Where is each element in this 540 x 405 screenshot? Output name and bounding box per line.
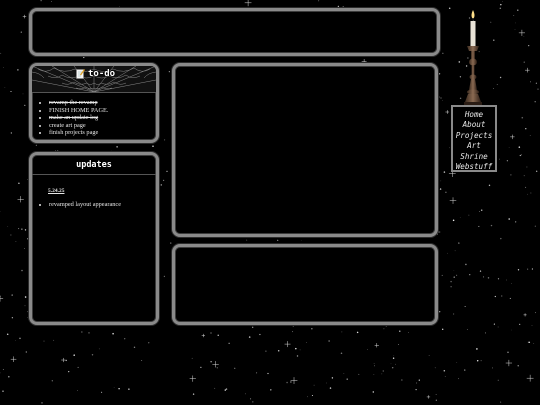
candle-icon [464,10,482,105]
todo-list: revamp the revamp FINISH HOME PAGE. make… [32,99,156,137]
main-content-panel [172,63,438,237]
nav-link-webstuff[interactable]: Webstuff [453,162,495,172]
todo-item: revamp the revamp [49,99,156,107]
todo-item: finish projects page [49,129,156,137]
bottom-panel [172,244,438,325]
header-panel [29,8,440,56]
nav-link-about[interactable]: About [453,120,495,130]
nav-link-projects[interactable]: Projects [453,131,495,141]
update-date: 5.24.25 [48,188,65,194]
todo-item: make an update log [49,114,156,122]
nav-link-home[interactable]: Home [453,110,495,120]
todo-header: to-do [32,66,156,93]
updates-title: updates [32,155,156,175]
nav-link-shrine[interactable]: Shrine [453,152,495,162]
todo-item: create art page [49,122,156,130]
todo-title: to-do [76,69,115,79]
todo-title-text: to-do [88,69,116,79]
nav-menu: Home About Projects Art Shrine Webstuff [451,105,497,172]
update-list: revamped layout appearance [32,201,156,209]
todo-item: FINISH HOME PAGE. [49,107,156,115]
update-item: revamped layout appearance [49,201,156,209]
nav-link-art[interactable]: Art [453,141,495,151]
memo-icon [76,69,85,79]
todo-panel: to-do revamp the revamp FINISH HOME PAGE… [29,63,159,143]
updates-panel: updates 5.24.25 revamped layout appearan… [29,152,159,325]
